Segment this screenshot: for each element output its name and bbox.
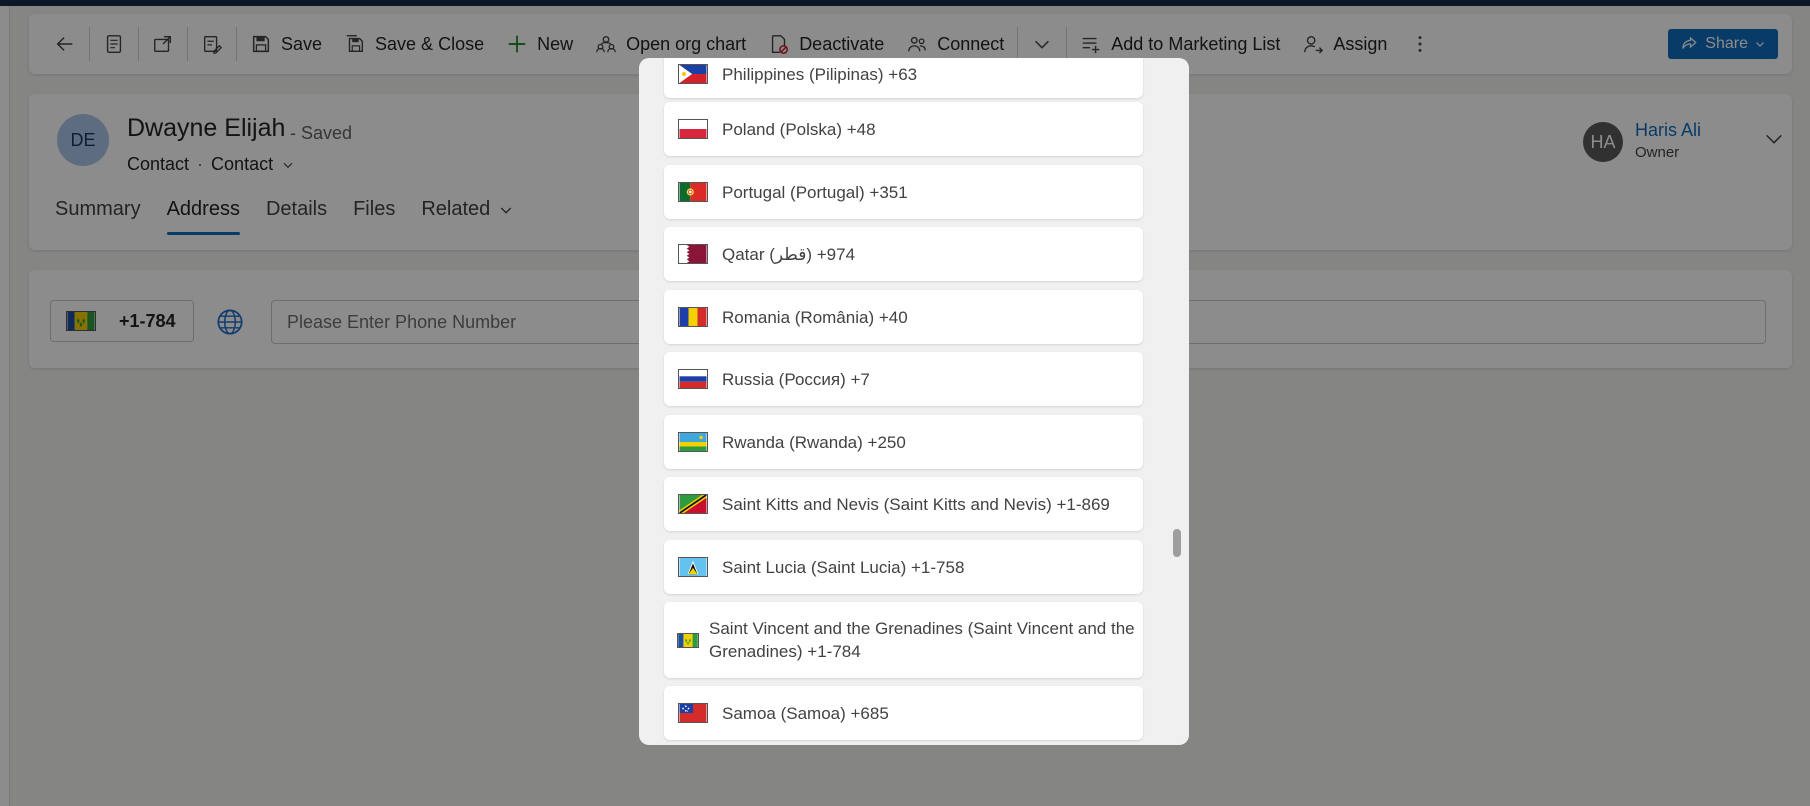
romania-flag-icon <box>678 307 708 327</box>
country-option-label: Portugal (Portugal) +351 <box>722 182 908 202</box>
country-option-poland[interactable]: Poland (Polska) +48 <box>664 102 1143 156</box>
saint-kitts-flag-icon <box>678 494 708 514</box>
list-scrollbar[interactable] <box>1173 529 1181 557</box>
country-option-romania[interactable]: Romania (România) +40 <box>664 290 1143 344</box>
philippines-flag-icon <box>678 64 708 84</box>
saint-lucia-flag-icon <box>678 557 708 577</box>
country-option-label: Saint Lucia (Saint Lucia) +1-758 <box>722 557 965 577</box>
country-option-russia[interactable]: Russia (Россия) +7 <box>664 352 1143 406</box>
country-option-saint-lucia[interactable]: Saint Lucia (Saint Lucia) +1-758 <box>664 540 1143 594</box>
country-option-saint-kitts-and-nevis[interactable]: Saint Kitts and Nevis (Saint Kitts and N… <box>664 477 1143 531</box>
country-option-philippines[interactable]: Philippines (Pilipinas) +63 <box>664 58 1143 98</box>
country-option-label: Qatar (قطر) +974 <box>722 244 856 264</box>
country-option-qatar[interactable]: Qatar (قطر) +974 <box>664 227 1143 281</box>
rwanda-flag-icon <box>678 432 708 452</box>
poland-flag-icon <box>678 119 708 139</box>
qatar-flag-icon <box>678 244 708 264</box>
country-option-label: Romania (România) +40 <box>722 307 908 327</box>
country-option-samoa[interactable]: Samoa (Samoa) +685 <box>664 686 1143 740</box>
country-option-label: Philippines (Pilipinas) +63 <box>722 64 918 84</box>
saint-vincent-flag-icon <box>677 632 699 648</box>
country-option-label: Saint Kitts and Nevis (Saint Kitts and N… <box>722 494 1110 514</box>
country-option-label: Saint Vincent and the Grenadines (Saint … <box>709 619 1135 661</box>
country-option-rwanda[interactable]: Rwanda (Rwanda) +250 <box>664 415 1143 469</box>
country-picker-dialog: Philippines (Pilipinas) +63 Poland (Pols… <box>639 58 1189 745</box>
country-option-label: Samoa (Samoa) +685 <box>722 703 889 723</box>
country-option-portugal[interactable]: Portugal (Portugal) +351 <box>664 165 1143 219</box>
country-option-label: Russia (Россия) +7 <box>722 369 870 389</box>
country-option-label: Rwanda (Rwanda) +250 <box>722 432 906 452</box>
country-option-label: Poland (Polska) +48 <box>722 119 876 139</box>
portugal-flag-icon <box>678 182 708 202</box>
samoa-flag-icon <box>678 703 708 723</box>
country-option-saint-vincent-and-the-grenadines[interactable]: Saint Vincent and the Grenadines (Saint … <box>664 602 1143 678</box>
russia-flag-icon <box>678 369 708 389</box>
